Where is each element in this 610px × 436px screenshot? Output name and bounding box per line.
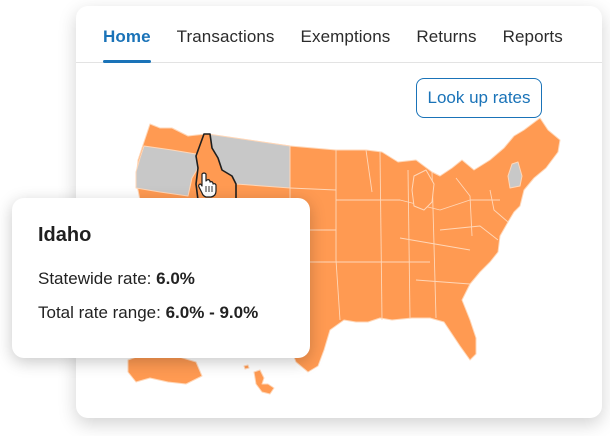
hawaii-island-small [243,364,250,370]
stage: Home Transactions Exemptions Returns Rep… [0,0,610,436]
popup-state-name: Idaho [38,224,92,246]
hawaii-shape [253,369,275,395]
state-info-popup: Idaho Statewide rate: 6.0% Total rate ra… [12,198,310,358]
oregon-shape [135,145,199,197]
statewide-rate-label: Statewide rate: [38,269,152,288]
total-rate-range-label: Total rate range: [38,303,161,322]
total-rate-range-row: Total rate range: 6.0% - 9.0% [38,303,310,323]
total-rate-range-value: 6.0% - 9.0% [165,303,259,322]
statewide-rate-row: Statewide rate: 6.0% [38,269,310,289]
statewide-rate-value: 6.0% [156,269,195,288]
